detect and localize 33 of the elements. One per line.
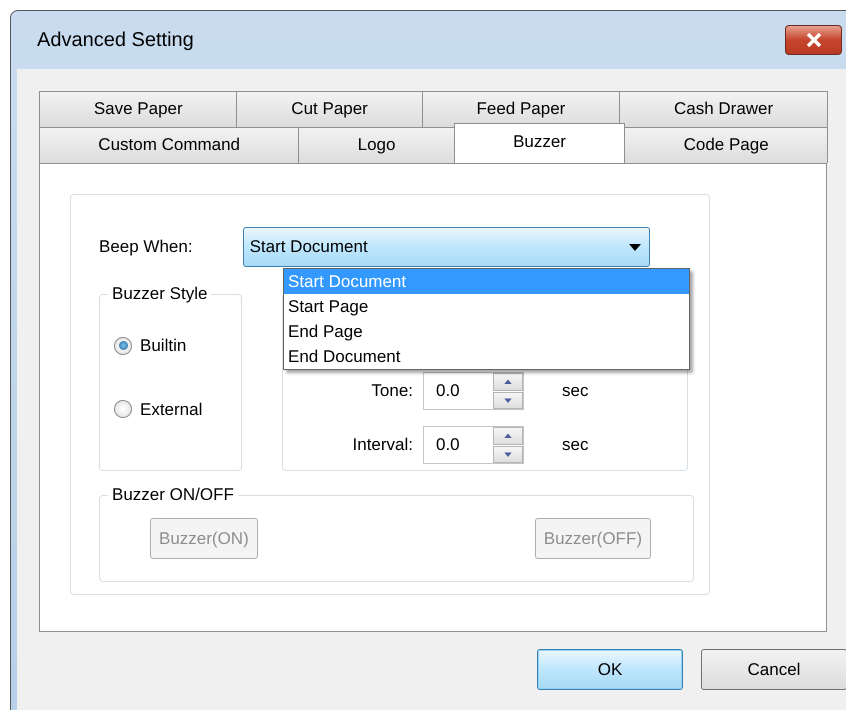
dropdown-option[interactable]: End Document <box>284 344 689 369</box>
tab[interactable]: Cash Drawer <box>619 91 828 127</box>
beep-when-label: Beep When: <box>99 236 193 258</box>
dropdown-option[interactable]: End Page <box>284 319 689 344</box>
dialog-button[interactable]: OK <box>537 649 683 690</box>
close-icon <box>806 33 822 47</box>
tab[interactable]: Code Page <box>624 127 828 163</box>
field-label: Interval: <box>352 434 414 456</box>
unit-label: sec <box>562 380 588 402</box>
field-label: Tone: <box>370 380 414 402</box>
radio-label: Builtin <box>140 335 186 357</box>
tab[interactable]: Cut Paper <box>236 91 423 127</box>
spin-up-icon[interactable] <box>493 427 523 444</box>
radio-button[interactable] <box>114 336 132 355</box>
tab[interactable]: Save Paper <box>39 91 238 127</box>
spin-down-icon[interactable] <box>493 392 523 409</box>
close-button[interactable] <box>785 25 842 55</box>
window-title: Advanced Setting <box>37 28 194 53</box>
radio-label: External <box>140 398 202 420</box>
dropdown-option[interactable]: Start Page <box>284 294 689 319</box>
tab[interactable]: Custom Command <box>39 127 300 163</box>
beep-when-dropdown[interactable]: Start Document <box>242 227 650 267</box>
caret-icon <box>628 244 641 250</box>
spin-down-icon[interactable] <box>493 446 523 463</box>
tab[interactable]: Logo <box>298 127 455 163</box>
tab[interactable]: Feed Paper <box>422 91 620 127</box>
tab[interactable]: Buzzer <box>454 123 626 163</box>
number-field[interactable]: 0.0 <box>423 372 524 410</box>
dialog-button[interactable]: Cancel <box>701 649 846 690</box>
spin-up-icon[interactable] <box>493 373 523 390</box>
number-field[interactable]: 0.0 <box>423 426 524 464</box>
radio-button[interactable] <box>114 400 132 418</box>
unit-label: sec <box>562 434 588 456</box>
